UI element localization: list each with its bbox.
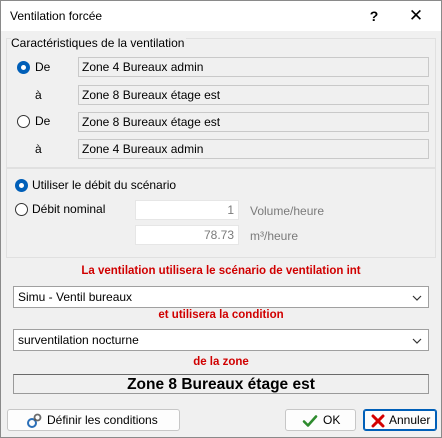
condition-select[interactable]: surventilation nocturne xyxy=(13,329,429,351)
direction2-radio-label: De xyxy=(35,114,51,128)
m3-per-hour-unit: m³/heure xyxy=(250,229,299,243)
scenario-select-value: Simu - Ventil bureaux xyxy=(18,290,133,304)
checkmark-icon xyxy=(302,413,318,429)
condition-label: et utilisera la condition xyxy=(158,309,284,321)
direction2-radio[interactable] xyxy=(17,115,30,128)
use-scenario-radio[interactable] xyxy=(15,179,28,192)
nominal-flow-radio[interactable] xyxy=(15,203,28,216)
direction2-to-zone: Zone 4 Bureaux admin xyxy=(78,139,429,159)
direction2-from-zone: Zone 8 Bureaux étage est xyxy=(78,112,429,132)
direction2-to-label: à xyxy=(35,142,42,156)
cancel-label: Annuler xyxy=(389,413,431,427)
scenario-label: La ventilation utilisera le scénario de … xyxy=(81,265,361,277)
direction1-to-zone: Zone 8 Bureaux étage est xyxy=(78,85,429,105)
define-conditions-label: Définir les conditions xyxy=(47,413,158,427)
volume-per-hour-unit: Volume/heure xyxy=(250,204,325,218)
direction1-to-label: à xyxy=(35,88,42,102)
direction1-radio-label: De xyxy=(35,60,51,74)
condition-select-value: surventilation nocturne xyxy=(18,333,139,347)
volume-per-hour-input[interactable]: 1 xyxy=(135,200,239,220)
nominal-flow-label: Débit nominal xyxy=(32,202,106,216)
m3-per-hour-input[interactable]: 78.73 xyxy=(135,225,239,245)
window-title: Ventilation forcée xyxy=(10,9,103,23)
define-conditions-button[interactable]: Définir les conditions xyxy=(7,409,180,431)
help-button[interactable]: ? xyxy=(363,5,385,27)
ok-button[interactable]: OK xyxy=(285,409,356,431)
cancel-button[interactable]: Annuler xyxy=(363,409,437,431)
dialog-window: Ventilation forcée ? ✕ Caractéristiques … xyxy=(0,0,442,438)
cancel-x-icon xyxy=(370,413,386,429)
direction1-radio[interactable] xyxy=(17,61,30,74)
conditions-icon xyxy=(26,413,42,429)
ok-label: OK xyxy=(323,413,341,427)
chevron-down-icon xyxy=(410,287,424,307)
use-scenario-label: Utiliser le débit du scénario xyxy=(32,178,177,192)
chevron-down-icon xyxy=(410,330,424,350)
scenario-select[interactable]: Simu - Ventil bureaux xyxy=(13,286,429,308)
zone-label: de la zone xyxy=(193,356,249,368)
characteristics-group-title: Caractéristiques de la ventilation xyxy=(11,36,187,50)
title-bar: Ventilation forcée ? ✕ xyxy=(1,1,441,31)
direction1-from-zone: Zone 4 Bureaux admin xyxy=(78,57,429,77)
zone-name-display: Zone 8 Bureaux étage est xyxy=(13,374,429,394)
close-button[interactable]: ✕ xyxy=(405,5,427,27)
